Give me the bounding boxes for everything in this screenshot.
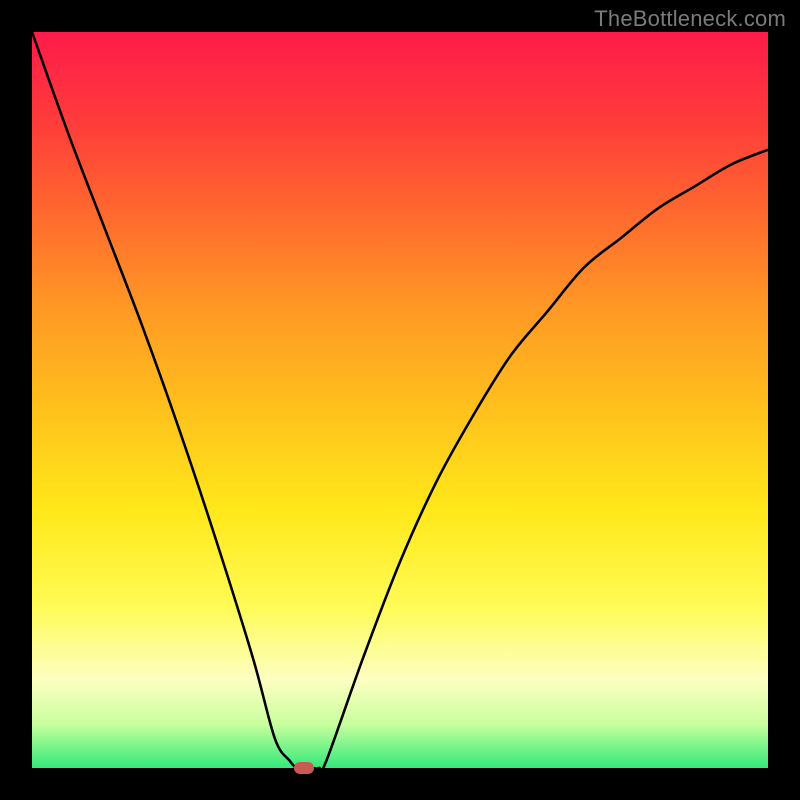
- curve-svg: [32, 32, 768, 768]
- watermark-text: TheBottleneck.com: [594, 6, 786, 32]
- minimum-marker: [294, 762, 314, 774]
- bottleneck-curve-path: [32, 32, 768, 768]
- chart-frame: TheBottleneck.com: [0, 0, 800, 800]
- plot-area: [32, 32, 768, 768]
